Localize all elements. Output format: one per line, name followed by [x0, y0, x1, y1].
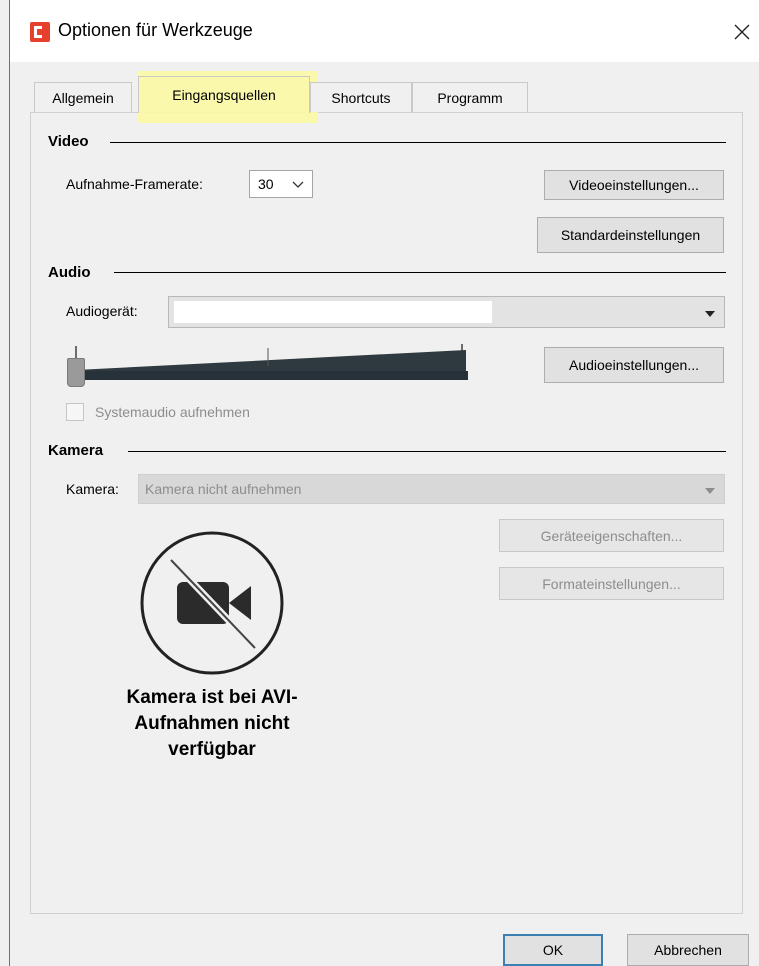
window-title: Optionen für Werkzeuge [58, 20, 253, 40]
camera-unavailable-line-1: Kamera ist bei AVI- [126, 687, 298, 708]
device-properties-button[interactable]: Geräteeigenschaften... [499, 519, 724, 552]
framerate-value: 30 [258, 176, 274, 192]
camera-off-icon [140, 531, 284, 675]
dropdown-arrow-icon [705, 488, 715, 494]
close-button[interactable] [724, 14, 759, 50]
framerate-select[interactable]: 30 [249, 170, 313, 198]
audio-device-field [174, 301, 492, 323]
chevron-down-icon [292, 181, 304, 188]
camera-section-title: Kamera [48, 442, 104, 459]
camera-select[interactable]: Kamera nicht aufnehmen [138, 474, 725, 504]
camera-unavailable-line-2: Aufnahmen nicht [134, 713, 290, 734]
tab-programm[interactable]: Programm [412, 82, 528, 112]
app-logo-icon [30, 22, 50, 42]
video-settings-button[interactable]: Videoeinstellungen... [544, 170, 724, 200]
audio-section-title: Audio [48, 264, 91, 281]
camera-select-value: Kamera nicht aufnehmen [145, 481, 302, 497]
audio-device-select[interactable] [168, 296, 725, 328]
tab-allgemein[interactable]: Allgemein [34, 82, 132, 112]
system-audio-label: Systemaudio aufnehmen [95, 404, 250, 420]
audio-settings-button[interactable]: Audioeinstellungen... [544, 347, 724, 383]
cancel-button[interactable]: Abbrechen [627, 934, 749, 966]
audio-device-label: Audiogerät: [66, 303, 138, 319]
volume-ramp [75, 344, 468, 380]
tab-shortcuts[interactable]: Shortcuts [310, 82, 412, 112]
close-icon [734, 24, 750, 40]
default-settings-button[interactable]: Standardeinstellungen [537, 217, 724, 253]
system-audio-checkbox[interactable] [66, 403, 84, 421]
format-settings-button[interactable]: Formateinstellungen... [499, 567, 724, 600]
framerate-label: Aufnahme-Framerate: [66, 176, 203, 192]
audio-divider [114, 272, 726, 273]
video-section-title: Video [48, 133, 89, 150]
volume-slider[interactable] [62, 340, 472, 388]
video-divider [110, 142, 726, 143]
camera-divider [128, 451, 726, 452]
camera-unavailable-line-3: verfügbar [168, 739, 256, 760]
volume-slider-thumb[interactable] [67, 358, 85, 387]
camera-label: Kamera: [66, 481, 119, 497]
dropdown-arrow-icon [705, 311, 715, 317]
camera-unavailable-message: Kamera ist bei AVI- Aufnahmen nicht verf… [82, 685, 342, 763]
ok-button[interactable]: OK [503, 934, 603, 966]
tab-eingangsquellen[interactable]: Eingangsquellen [138, 76, 310, 113]
